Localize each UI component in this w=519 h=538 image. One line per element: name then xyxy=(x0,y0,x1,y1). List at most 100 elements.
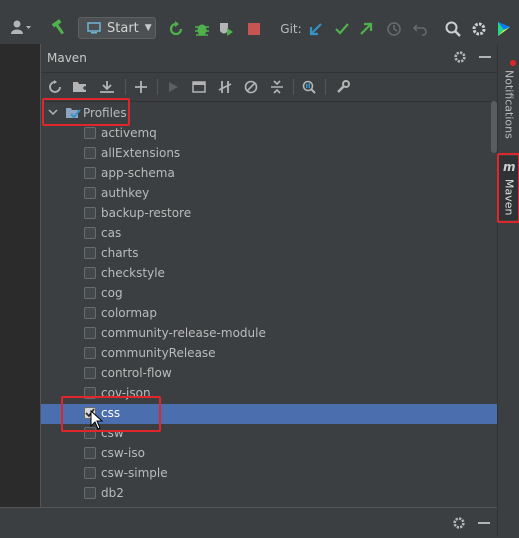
profile-item[interactable]: charts xyxy=(41,244,498,264)
profile-checkbox[interactable] xyxy=(84,347,96,359)
maven-toolbar xyxy=(41,72,498,102)
profile-checkbox[interactable] xyxy=(84,247,96,259)
plus-icon[interactable] xyxy=(131,77,151,97)
run-config-label: Start xyxy=(107,20,139,36)
profile-item[interactable]: activemq xyxy=(41,124,498,144)
git-label: Git: xyxy=(280,22,302,36)
coverage-icon[interactable] xyxy=(216,18,236,40)
collapse-icon[interactable] xyxy=(267,77,287,97)
profile-item[interactable]: community-release-module xyxy=(41,324,498,344)
maven-tree: Profiles activemq allExtensions app-schema… xyxy=(41,101,498,507)
profile-item[interactable]: csw xyxy=(41,424,498,444)
profile-label: csw-iso xyxy=(101,446,145,460)
rerun-icon[interactable] xyxy=(166,18,186,40)
rollback-icon[interactable] xyxy=(410,18,430,40)
profiles-node[interactable]: Profiles xyxy=(41,104,498,124)
settings-icon[interactable] xyxy=(469,18,489,40)
profile-label: csw xyxy=(101,426,124,440)
profile-checkbox[interactable] xyxy=(84,387,96,399)
user-icon[interactable] xyxy=(6,16,36,38)
download-icon[interactable] xyxy=(97,77,117,97)
notifications-tab[interactable]: Notifications xyxy=(498,52,519,142)
profile-checkbox[interactable] xyxy=(84,147,96,159)
profile-label: activemq xyxy=(101,126,157,140)
run-icon[interactable] xyxy=(163,77,183,97)
profile-checkbox[interactable] xyxy=(84,227,96,239)
profile-checkbox[interactable] xyxy=(84,207,96,219)
hammer-icon[interactable] xyxy=(48,16,70,38)
chevron-down-icon: ▼ xyxy=(144,23,152,33)
settings-icon[interactable] xyxy=(452,516,466,530)
right-tool-strip: Notifications m Maven xyxy=(497,44,519,537)
editor-area xyxy=(0,44,41,507)
history-icon[interactable] xyxy=(384,18,404,40)
profile-checkbox[interactable] xyxy=(84,287,96,299)
profile-item[interactable]: cov-json xyxy=(41,384,498,404)
profile-label: control-flow xyxy=(101,366,172,380)
profile-item[interactable]: cog xyxy=(41,284,498,304)
jetbrains-icon[interactable] xyxy=(494,18,514,40)
toggle-offline-icon[interactable] xyxy=(215,77,235,97)
profile-checkbox[interactable] xyxy=(84,327,96,339)
profiles-folder-icon xyxy=(65,106,81,120)
profile-checkbox[interactable] xyxy=(84,167,96,179)
minimize-icon[interactable] xyxy=(478,522,490,524)
profile-label: cas xyxy=(101,226,122,240)
profile-item[interactable]: csw-iso xyxy=(41,444,498,464)
maven-header: Maven xyxy=(41,44,498,72)
profile-checkbox[interactable] xyxy=(84,307,96,319)
profile-item[interactable]: communityRelease xyxy=(41,344,498,364)
profiles-label: Profiles xyxy=(83,106,127,120)
notifications-label: Notifications xyxy=(502,69,516,139)
profile-label: communityRelease xyxy=(101,346,216,360)
profile-item[interactable]: colormap xyxy=(41,304,498,324)
minimize-icon[interactable] xyxy=(479,56,491,58)
profile-item[interactable]: backup-restore xyxy=(41,204,498,224)
git-commit-icon[interactable] xyxy=(332,18,352,40)
profile-label: backup-restore xyxy=(101,206,192,220)
profile-label: checkstyle xyxy=(101,266,165,280)
profile-checkbox[interactable] xyxy=(84,487,96,499)
git-push-icon[interactable] xyxy=(356,18,376,40)
wrench-icon[interactable] xyxy=(333,77,353,97)
profile-item[interactable]: allExtensions xyxy=(41,144,498,164)
profile-item[interactable]: control-flow xyxy=(41,364,498,384)
profile-checkbox[interactable] xyxy=(84,447,96,459)
stop-icon[interactable] xyxy=(244,18,264,40)
profile-checkbox[interactable] xyxy=(84,267,96,279)
profile-checkbox[interactable] xyxy=(84,127,96,139)
mouse-cursor xyxy=(90,410,104,430)
profile-item[interactable]: authkey xyxy=(41,184,498,204)
profile-item[interactable]: csw-simple xyxy=(41,464,498,484)
profile-item[interactable]: css xyxy=(41,404,498,424)
search-icon[interactable] xyxy=(443,18,463,40)
profile-checkbox[interactable] xyxy=(84,367,96,379)
profile-label: charts xyxy=(101,246,139,260)
settings-icon[interactable] xyxy=(453,50,467,64)
profile-label: allExtensions xyxy=(101,146,181,160)
chevron-down-icon[interactable] xyxy=(48,107,58,117)
reload-icon[interactable] xyxy=(45,77,65,97)
profile-label: cog xyxy=(101,286,123,300)
maven-tool-window: Maven Profiles activemq allExtensions ap… xyxy=(40,44,498,507)
maven-tab[interactable]: m Maven xyxy=(498,156,519,220)
add-folder-icon[interactable] xyxy=(70,77,90,97)
profile-label: db2 xyxy=(101,486,124,500)
profile-item[interactable]: checkstyle xyxy=(41,264,498,284)
git-update-icon[interactable] xyxy=(306,18,326,40)
profile-checkbox[interactable] xyxy=(84,187,96,199)
profile-label: csw-simple xyxy=(101,466,168,480)
analyze-icon[interactable] xyxy=(299,77,319,97)
execute-goal-icon[interactable] xyxy=(189,77,209,97)
maven-title: Maven xyxy=(47,51,87,65)
profile-item[interactable]: db2 xyxy=(41,484,498,504)
maven-logo-icon: m xyxy=(503,160,516,174)
profile-checkbox[interactable] xyxy=(84,467,96,479)
profile-item[interactable]: app-schema xyxy=(41,164,498,184)
notification-dot-icon xyxy=(510,60,516,66)
skip-tests-icon[interactable] xyxy=(241,77,261,97)
run-config-dropdown[interactable]: Start ▼ xyxy=(78,17,156,39)
profile-item[interactable]: cas xyxy=(41,224,498,244)
profile-label: app-schema xyxy=(101,166,175,180)
debug-icon[interactable] xyxy=(192,18,212,40)
